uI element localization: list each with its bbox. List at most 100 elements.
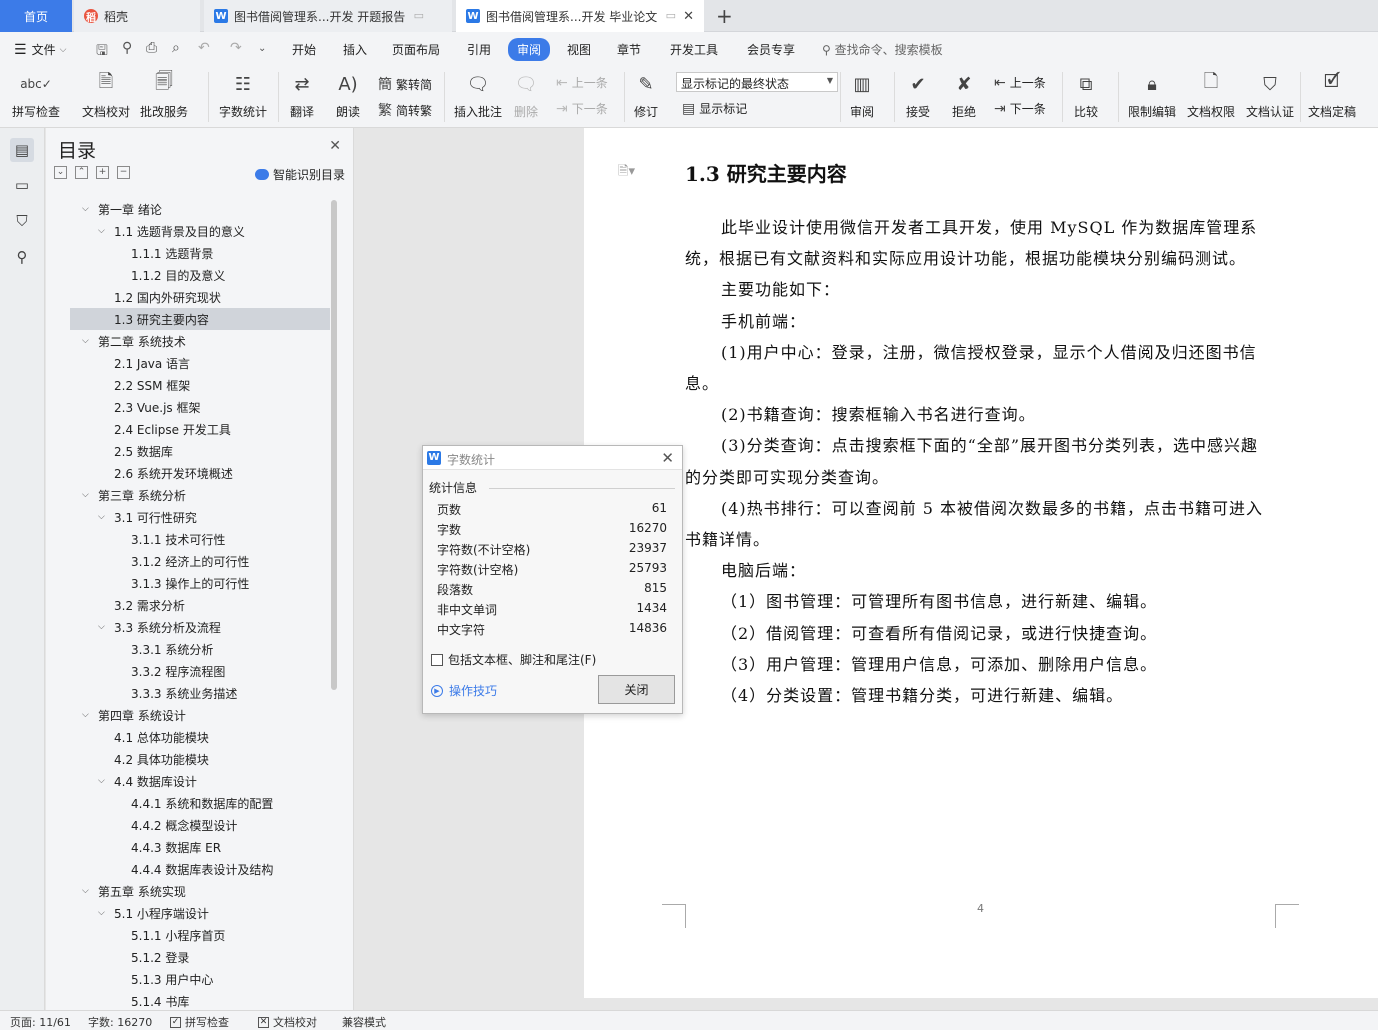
toc-item[interactable]: ⌵ 第一章 绪论 — [70, 198, 330, 220]
toc-scrollbar[interactable] — [331, 200, 337, 690]
show-markup-button[interactable]: ▤ 显示标记 — [682, 100, 747, 117]
menu-review[interactable]: 审阅 — [508, 38, 551, 61]
undo-icon[interactable]: ↶ — [198, 40, 210, 56]
customize-toolbar-icon[interactable]: ⌄ — [258, 43, 266, 54]
command-search[interactable]: ⚲ 查找命令、搜索模板 — [822, 41, 943, 58]
chevron-down-icon[interactable]: ⌵ — [82, 490, 89, 500]
print-preview-icon[interactable]: ⌕ — [172, 40, 180, 56]
toc-item[interactable]: ⌵ 4.4 数据库设计 — [70, 770, 330, 792]
chevron-down-icon[interactable]: ⌵ — [98, 226, 105, 236]
toc-item[interactable]: 3.1.1 技术可行性 — [70, 528, 330, 550]
toc-item[interactable]: 4.4.3 数据库 ER — [70, 836, 330, 858]
toc-item[interactable]: ⌵ 第二章 系统技术 — [70, 330, 330, 352]
delete-comment-button[interactable]: 🗨 删除 — [512, 70, 540, 120]
file-menu[interactable]: ☰ 文件 ⌵ — [14, 41, 66, 58]
compare-button[interactable]: ⧉ 比较 — [1072, 70, 1100, 120]
toc-item[interactable]: 3.1.3 操作上的可行性 — [70, 572, 330, 594]
chevron-down-icon[interactable]: ⌵ — [98, 776, 105, 786]
chapter-nav-icon[interactable]: ▭ — [10, 173, 34, 197]
toc-item[interactable]: 2.3 Vue.js 框架 — [70, 396, 330, 418]
paragraph-menu-icon[interactable]: 🗎▾ — [618, 162, 635, 184]
toc-pane-icon[interactable]: ▤ — [10, 138, 34, 162]
toc-item[interactable]: 4.4.1 系统和数据库的配置 — [70, 792, 330, 814]
chevron-down-icon[interactable]: ⌵ — [82, 336, 89, 346]
toc-item[interactable]: 2.1 Java 语言 — [70, 352, 330, 374]
toc-item[interactable]: ⌵ 第四章 系统设计 — [70, 704, 330, 726]
menu-view[interactable]: 视图 — [567, 41, 591, 58]
toc-item[interactable]: 2.5 数据库 — [70, 440, 330, 462]
spellcheck-button[interactable]: abc✓ 拼写检查 — [12, 70, 60, 120]
close-button[interactable]: 关闭 — [598, 675, 675, 704]
read-aloud-button[interactable]: A) 朗读 — [334, 70, 362, 120]
restrict-editing-button[interactable]: 🔒︎ 限制编辑 — [1128, 70, 1176, 120]
toc-item[interactable]: 1.2 国内外研究现状 — [70, 286, 330, 308]
toc-item[interactable]: 4.4.2 概念模型设计 — [70, 814, 330, 836]
accept-button[interactable]: ✔ 接受 — [904, 70, 932, 120]
minus-icon[interactable]: − — [117, 166, 130, 179]
toc-item[interactable]: 4.1 总体功能模块 — [70, 726, 330, 748]
toc-item[interactable]: ⌵ 3.3 系统分析及流程 — [70, 616, 330, 638]
doc-certify-button[interactable]: ⛉ 文档认证 — [1246, 70, 1294, 120]
toc-item[interactable]: 1.3 研究主要内容 — [70, 308, 330, 330]
status-proofread[interactable]: ✕ 文档校对 — [258, 1014, 317, 1030]
toc-item[interactable]: ⌵ 第三章 系统分析 — [70, 484, 330, 506]
chevron-down-icon[interactable]: ⌵ — [82, 886, 89, 896]
toc-item[interactable]: 3.3.1 系统分析 — [70, 638, 330, 660]
close-tab-icon[interactable]: ✕ — [683, 9, 694, 24]
save-icon[interactable]: 🖫 — [96, 40, 108, 64]
document-page[interactable]: 🗎▾ 1.3 研究主要内容 此毕业设计使用微信开发者工具开发，使用 MySQL … — [584, 128, 1378, 998]
new-tab-icon[interactable]: + — [716, 4, 733, 28]
menu-developer[interactable]: 开发工具 — [670, 41, 718, 58]
toc-item[interactable]: 5.1.2 登录 — [70, 946, 330, 968]
toc-item[interactable]: 3.2 需求分析 — [70, 594, 330, 616]
plus-icon[interactable]: + — [96, 166, 109, 179]
expand-up-icon[interactable]: ⌃ — [75, 166, 88, 179]
chevron-down-icon[interactable]: ⌵ — [82, 710, 89, 720]
toc-item[interactable]: 2.6 系统开发环境概述 — [70, 462, 330, 484]
toc-item[interactable]: ⌵ 3.1 可行性研究 — [70, 506, 330, 528]
collapse-all-icon[interactable]: ⌄ — [54, 166, 67, 179]
review-pane-button[interactable]: ▥ 审阅 — [848, 70, 876, 120]
next-change-button[interactable]: ⇥ 下一条 — [994, 100, 1046, 117]
menu-page-layout[interactable]: 页面布局 — [392, 41, 440, 58]
menu-member[interactable]: 会员专享 — [747, 41, 795, 58]
track-changes-button[interactable]: ✎ 修订 — [632, 70, 660, 120]
redo-icon[interactable]: ↷ — [230, 40, 242, 56]
status-page[interactable]: 页面: 11/61 — [10, 1014, 71, 1030]
doc-proof-button[interactable]: 🗎 文档校对 — [82, 70, 130, 120]
chevron-down-icon[interactable]: ⌵ — [98, 622, 105, 632]
menu-start[interactable]: 开始 — [292, 41, 316, 58]
chevron-down-icon[interactable]: ⌵ — [82, 204, 89, 214]
toc-item[interactable]: 1.1.2 目的及意义 — [70, 264, 330, 286]
word-count-button[interactable]: ☷ 字数统计 — [219, 70, 267, 120]
chevron-down-icon[interactable]: ⌵ — [98, 908, 105, 918]
toc-item[interactable]: 2.2 SSM 框架 — [70, 374, 330, 396]
status-spellcheck[interactable]: ✓ 拼写检查 — [170, 1014, 229, 1030]
bookmark-icon[interactable]: ⛉ — [10, 209, 34, 233]
menu-chapter[interactable]: 章节 — [617, 41, 641, 58]
close-icon[interactable]: ✕ — [661, 449, 674, 467]
chevron-down-icon[interactable]: ⌵ — [98, 512, 105, 522]
tab-doc-thesis[interactable]: W 图书借阅管理系...开发 毕业论文 ▭ ✕ — [456, 0, 704, 32]
menu-references[interactable]: 引用 — [467, 41, 491, 58]
close-icon[interactable]: ✕ — [329, 138, 341, 154]
toc-item[interactable]: 4.2 具体功能模块 — [70, 748, 330, 770]
print-icon[interactable]: ⎙ — [146, 40, 157, 56]
tips-link[interactable]: ▶ 操作技巧 — [431, 682, 497, 699]
toc-item[interactable]: 5.1.1 小程序首页 — [70, 924, 330, 946]
doc-finalize-button[interactable]: 🗹 文档定稿 — [1308, 70, 1356, 120]
tab-doc-proposal[interactable]: W 图书借阅管理系...开发 开题报告 ▭ — [204, 0, 452, 32]
toc-item[interactable]: 2.4 Eclipse 开发工具 — [70, 418, 330, 440]
toc-item[interactable]: 1.1.1 选题背景 — [70, 242, 330, 264]
toc-item[interactable]: 5.1.4 书库 — [70, 990, 330, 1012]
prev-comment-button[interactable]: ⇤ 上一条 — [556, 74, 608, 91]
toc-item[interactable]: 4.4.4 数据库表设计及结构 — [70, 858, 330, 880]
toc-item[interactable]: 5.1.3 用户中心 — [70, 968, 330, 990]
tab-home[interactable]: 首页 — [0, 0, 72, 32]
smart-toc-button[interactable]: 智能识别目录 — [254, 166, 345, 183]
toc-item[interactable]: ⌵ 1.1 选题背景及目的意义 — [70, 220, 330, 242]
batch-service-button[interactable]: 🗐 批改服务 — [140, 70, 188, 120]
search-icon[interactable]: ⚲ — [10, 245, 34, 269]
next-comment-button[interactable]: ⇥ 下一条 — [556, 100, 608, 117]
include-textbox-checkbox[interactable]: 包括文本框、脚注和尾注(F) — [431, 651, 596, 668]
